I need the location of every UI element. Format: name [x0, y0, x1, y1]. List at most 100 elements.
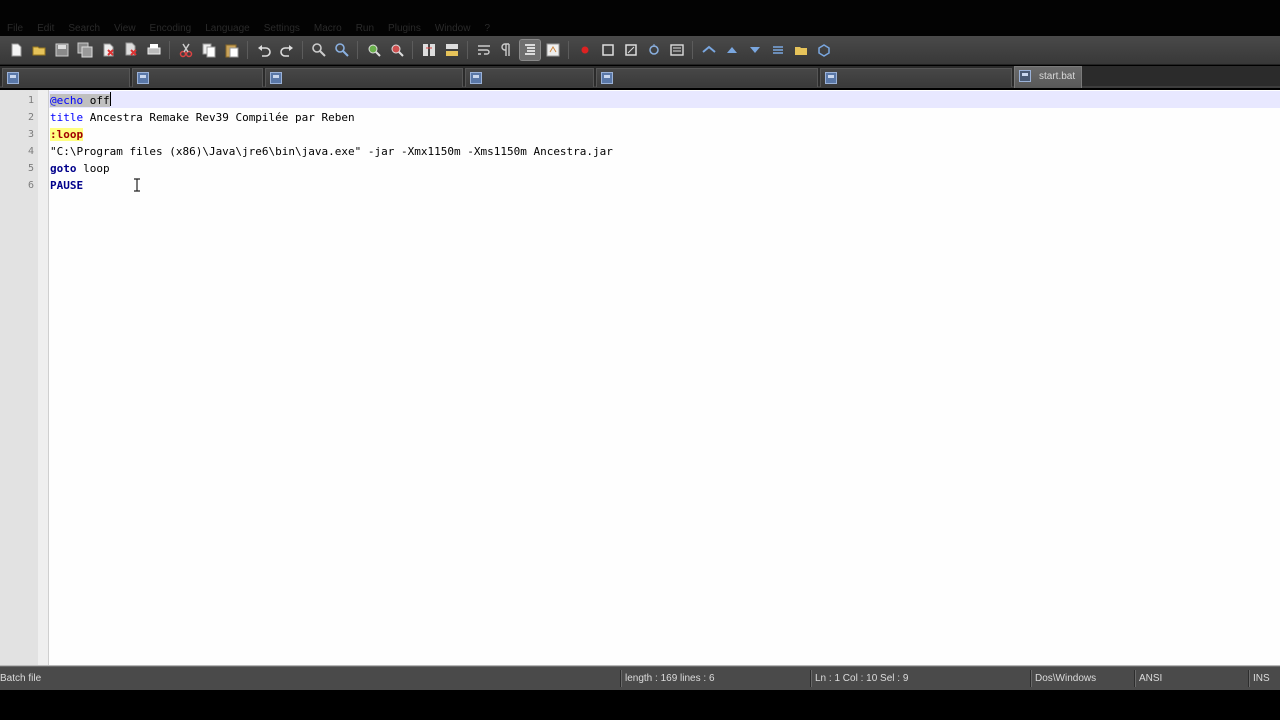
- file-icon: [7, 72, 19, 84]
- run-macro-multiple-button[interactable]: [644, 40, 664, 60]
- menu-row: File Edit Search View Encoding Language …: [0, 22, 497, 36]
- toolbar: [0, 36, 1280, 65]
- menu-file[interactable]: File: [0, 22, 30, 36]
- menu-edit[interactable]: Edit: [30, 22, 61, 36]
- cut-button[interactable]: [176, 40, 196, 60]
- menu-plugins[interactable]: Plugins: [381, 22, 428, 36]
- word-wrap-icon: [477, 45, 490, 55]
- zoom-in-icon: [368, 44, 381, 57]
- code-text: Ancestra Remake Rev39 Compilée par Reben: [83, 111, 355, 124]
- line-number: 3: [27, 129, 34, 140]
- menu-search[interactable]: Search: [61, 22, 107, 36]
- menu-run[interactable]: Run: [349, 22, 381, 36]
- save-macro-button[interactable]: [667, 40, 687, 60]
- toolbar-separator: [357, 41, 358, 59]
- paste-icon: [225, 44, 238, 58]
- sync-vertical-button[interactable]: [419, 40, 439, 60]
- copy-button[interactable]: [199, 40, 219, 60]
- save-macro-icon: [669, 44, 684, 56]
- menu-macro[interactable]: Macro: [307, 22, 349, 36]
- code-line-3[interactable]: :loop: [50, 126, 84, 143]
- selected-text: off: [83, 94, 110, 107]
- keyword-goto: goto: [50, 162, 77, 175]
- code-line-5[interactable]: goto loop: [50, 160, 110, 177]
- toolbar-separator: [412, 41, 413, 59]
- paste-button[interactable]: [222, 40, 242, 60]
- toolbar-separator: [568, 41, 569, 59]
- copy-icon: [202, 43, 215, 58]
- code-text: "C:\Program files (x86)\Java\jre6\bin\ja…: [50, 145, 613, 158]
- tab-label: start.bat: [1039, 71, 1076, 82]
- print-button[interactable]: [144, 40, 164, 60]
- tab-document-3[interactable]: [265, 68, 463, 87]
- sync-vertical-icon: [422, 44, 435, 56]
- label-loop: :loop: [50, 128, 84, 141]
- redo-icon: [279, 45, 293, 57]
- code-line-6[interactable]: PAUSE: [50, 177, 83, 194]
- toolbar-separator: [247, 41, 248, 59]
- line-number: 4: [27, 146, 34, 157]
- replace-button[interactable]: [332, 40, 352, 60]
- find-icon: [311, 43, 326, 57]
- plugin-button-2[interactable]: [722, 40, 742, 60]
- indent-guide-button[interactable]: [518, 39, 541, 61]
- menu-encoding[interactable]: Encoding: [143, 22, 199, 36]
- playback-macro-button[interactable]: [621, 40, 641, 60]
- user-language-button[interactable]: [543, 40, 563, 60]
- file-icon: [137, 72, 149, 84]
- code-line-2[interactable]: title Ancestra Remake Rev39 Compilée par…: [50, 109, 355, 126]
- status-encoding[interactable]: ANSI: [1134, 670, 1248, 687]
- plugin-button-4[interactable]: [768, 40, 788, 60]
- line-number: 2: [27, 112, 34, 123]
- code-line-1[interactable]: @echo off: [50, 92, 111, 109]
- print-icon: [147, 44, 160, 55]
- line-number: 6: [27, 180, 34, 191]
- plugin-button-6[interactable]: [814, 40, 834, 60]
- chevron-up-icon: [726, 47, 737, 53]
- sync-horizontal-button[interactable]: [442, 40, 462, 60]
- record-macro-button[interactable]: [575, 40, 595, 60]
- open-file-icon: [32, 46, 45, 56]
- save-button[interactable]: [52, 40, 72, 60]
- folder-icon: [794, 47, 807, 55]
- new-file-button[interactable]: [6, 40, 26, 60]
- save-all-button[interactable]: [75, 40, 95, 60]
- menu-view[interactable]: View: [107, 22, 143, 36]
- zoom-in-button[interactable]: [364, 40, 384, 60]
- word-wrap-button[interactable]: [474, 40, 494, 60]
- stop-macro-button[interactable]: [598, 40, 618, 60]
- fold-margin: [38, 90, 48, 665]
- plugin-button-5[interactable]: [791, 40, 811, 60]
- tab-document-2[interactable]: [132, 68, 263, 87]
- menu-window[interactable]: Window: [428, 22, 478, 36]
- tab-document-6[interactable]: [820, 68, 1012, 87]
- i-beam-cursor-icon: [134, 178, 140, 192]
- zoom-out-button[interactable]: [387, 40, 407, 60]
- undo-icon: [257, 45, 271, 57]
- bottom-black-strip: [0, 690, 1280, 720]
- redo-button[interactable]: [277, 40, 297, 60]
- close-icon: [103, 43, 114, 57]
- tab-document-1[interactable]: [2, 68, 130, 87]
- menu-language[interactable]: Language: [198, 22, 257, 36]
- tab-document-5[interactable]: [596, 68, 818, 87]
- file-icon: [270, 72, 282, 84]
- find-button[interactable]: [309, 40, 329, 60]
- plugin-button-3[interactable]: [745, 40, 765, 60]
- code-line-4[interactable]: "C:\Program files (x86)\Java\jre6\bin\ja…: [50, 143, 613, 160]
- tab-document-4[interactable]: [465, 68, 594, 87]
- close-all-button[interactable]: [121, 40, 141, 60]
- open-file-button[interactable]: [29, 40, 49, 60]
- menu-bar: File Edit Search View Encoding Language …: [0, 0, 1280, 36]
- editor-area[interactable]: 1 2 3 4 5 6 @echo off title Ancestra Rem…: [0, 90, 1280, 666]
- menu-settings[interactable]: Settings: [257, 22, 307, 36]
- plugin-button-1[interactable]: [699, 40, 719, 60]
- menu-help[interactable]: ?: [477, 22, 497, 36]
- undo-button[interactable]: [254, 40, 274, 60]
- show-all-chars-button[interactable]: [497, 40, 517, 60]
- line-number: 5: [27, 163, 34, 174]
- playback-macro-icon: [624, 44, 637, 56]
- close-button[interactable]: [98, 40, 118, 60]
- status-eol-format[interactable]: Dos\Windows: [1030, 670, 1134, 687]
- tab-start-bat[interactable]: start.bat: [1014, 66, 1082, 88]
